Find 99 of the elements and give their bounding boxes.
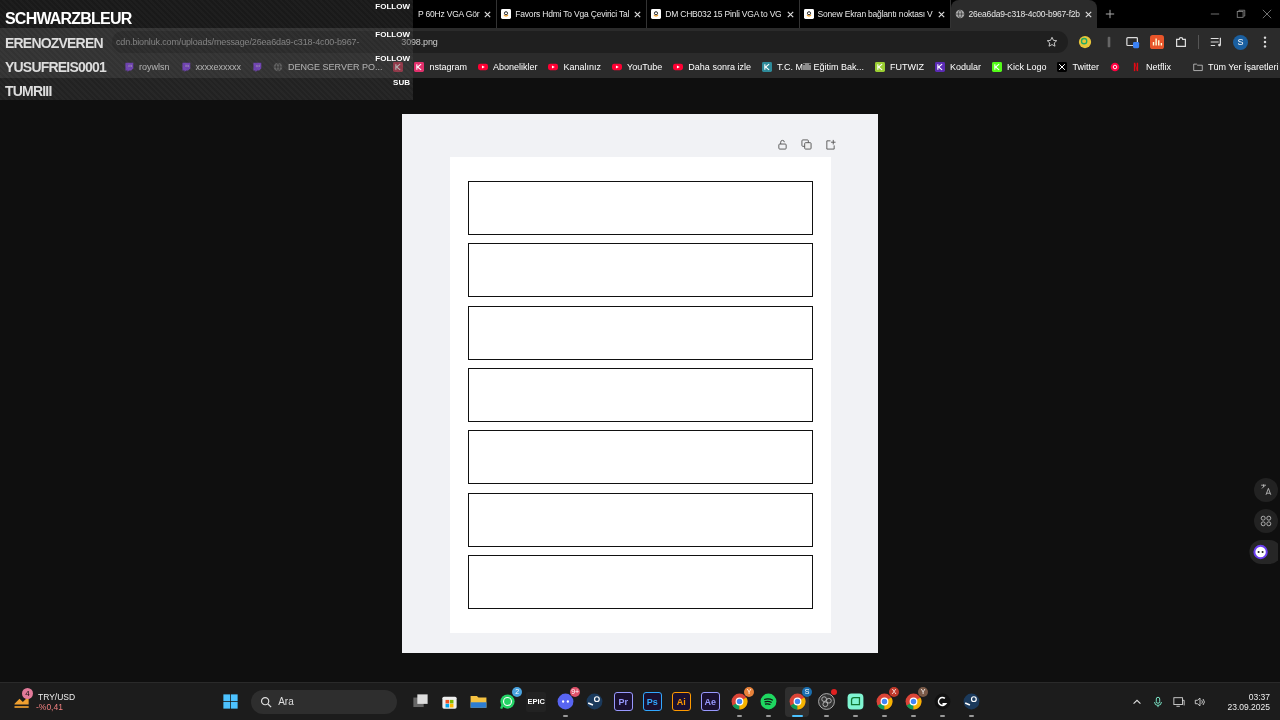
microphone-icon[interactable] xyxy=(1152,695,1165,708)
site-logo-icon xyxy=(180,62,191,72)
app-logo: Ps xyxy=(642,692,662,711)
bookmark-item[interactable]: roywlsn xyxy=(124,62,170,72)
browser-tab[interactable]: 26ea6da9-c318-4c00-b967-f2b xyxy=(950,0,1097,28)
grid-icon[interactable] xyxy=(1254,509,1278,533)
viewer-name: YUSUFREIS0001 xyxy=(5,58,106,76)
search-icon xyxy=(260,695,273,708)
bookmark-item[interactable] xyxy=(1110,62,1120,72)
search-field[interactable]: Ara xyxy=(251,689,398,714)
lock-icon[interactable] xyxy=(777,139,788,150)
taskbar-app[interactable]: Pr xyxy=(611,686,636,717)
window-extension-icon[interactable] xyxy=(1126,35,1140,49)
bookmark-item[interactable]: T.C. Milli Eğitim Bak... xyxy=(761,62,864,72)
event-label: FOLLOW xyxy=(375,53,410,63)
site-logo-icon xyxy=(393,62,404,72)
play-icon xyxy=(548,62,559,72)
bookmark-item[interactable]: DENGE SERVER PO... xyxy=(273,62,383,72)
start-icon[interactable] xyxy=(221,692,241,711)
date-text: 23.09.2025 xyxy=(1227,701,1270,712)
star-icon[interactable] xyxy=(1046,36,1058,48)
speaker-icon[interactable] xyxy=(1194,695,1207,708)
currency-widget[interactable]: 4 TRY/USD -%0,41 xyxy=(0,685,82,718)
app-icon xyxy=(961,692,981,711)
site-logo-icon xyxy=(124,62,134,72)
magnifier-extension-icon[interactable] xyxy=(1078,35,1092,49)
restore-icon[interactable] xyxy=(1236,9,1246,19)
site-logo-icon xyxy=(991,62,1002,72)
bar-chart-extension-icon[interactable] xyxy=(1150,35,1164,49)
shop-favicon-icon xyxy=(651,9,662,19)
copy-icon[interactable] xyxy=(801,139,812,150)
site-logo-icon xyxy=(252,62,263,72)
app-icon xyxy=(497,692,517,711)
bookmark-item[interactable]: Kick Logo xyxy=(991,62,1047,72)
site-logo-icon xyxy=(934,62,945,72)
new-tab-icon[interactable] xyxy=(1104,9,1115,19)
play-icon xyxy=(612,62,622,72)
bookmark-item[interactable]: YouTube xyxy=(612,62,663,72)
event-label: FOLLOW xyxy=(375,29,410,39)
app-icon xyxy=(816,692,836,711)
bookmark-item[interactable] xyxy=(393,62,404,72)
all-bookmarks-item[interactable]: Tüm Yer İşaretleri xyxy=(1193,62,1279,72)
widget-title: TRY/USD xyxy=(38,691,76,702)
taskbar-app[interactable]: Ae xyxy=(698,686,723,717)
browser-icon xyxy=(903,692,923,711)
bookmark-item[interactable]: xxxxexxxxx xyxy=(180,62,242,72)
globe-icon xyxy=(954,9,965,19)
play-icon xyxy=(477,62,488,72)
site-logo-icon xyxy=(1110,62,1120,72)
taskbar-app[interactable]: Ai xyxy=(669,686,694,717)
viewer-name: ERENOZVEREN xyxy=(5,34,103,52)
site-logo-icon xyxy=(874,62,885,72)
puzzle-icon[interactable] xyxy=(1174,35,1188,49)
app-icon xyxy=(555,692,575,711)
folder-icon xyxy=(1193,62,1203,72)
url-text: cdn.bionluk.com/uploads/message/26ea6da9-c318-4c00-b967- xyxy=(116,37,360,47)
browser-icon xyxy=(729,692,749,711)
event-label: FOLLOW xyxy=(375,1,410,11)
widget-change: -%0,41 xyxy=(36,701,64,712)
close-icon[interactable] xyxy=(1083,9,1093,19)
monitor-icon[interactable] xyxy=(1173,695,1186,708)
media-queue-icon[interactable] xyxy=(1209,35,1223,49)
x-logo-icon xyxy=(1057,62,1068,72)
bookmark-item[interactable]: Kodular xyxy=(934,62,981,72)
app-icon xyxy=(584,692,604,711)
site-logo-icon xyxy=(414,62,425,72)
browser-icon xyxy=(874,692,894,711)
site-logo-icon xyxy=(761,62,772,72)
shop-favicon-icon xyxy=(501,9,512,19)
viewer-name: SCHWARZBLEUR xyxy=(5,10,132,28)
viewer-name: TUMRIII xyxy=(5,82,52,100)
shop-favicon-icon xyxy=(803,9,814,19)
browser-icon xyxy=(787,692,807,711)
taskbar-app[interactable]: Ps xyxy=(640,686,665,717)
site-logo-icon xyxy=(1131,62,1141,72)
bookmark-item[interactable]: Kanalınız xyxy=(548,62,601,72)
translate-icon[interactable] xyxy=(1254,478,1278,502)
time-text: 03:37 xyxy=(1248,691,1270,702)
bookmark-item[interactable]: FUTWIZ xyxy=(874,62,924,72)
bookmark-item[interactable]: nstagram xyxy=(414,62,467,72)
play-icon xyxy=(673,62,684,72)
bookmark-item[interactable]: Abonelikler xyxy=(477,62,538,72)
assistant-mascot-icon[interactable] xyxy=(1248,540,1278,564)
app-icon xyxy=(845,692,865,711)
app-icon xyxy=(932,692,952,711)
bookmark-item[interactable]: Twitter xyxy=(1057,62,1099,72)
bookmark-item[interactable]: Netflix xyxy=(1131,62,1171,72)
app-logo: Ai xyxy=(671,692,691,711)
share-icon[interactable] xyxy=(825,139,836,150)
app-logo: Pr xyxy=(613,692,633,711)
profile-avatar[interactable]: S xyxy=(1233,34,1248,50)
event-label: SUB xyxy=(393,77,410,87)
url-text: 3098.png xyxy=(401,37,438,47)
notification-badge: 4 xyxy=(22,687,33,699)
globe-icon xyxy=(273,62,284,72)
app-logo: Ae xyxy=(700,692,720,711)
clock[interactable]: 03:37 23.09.2025 xyxy=(1227,691,1270,712)
bookmark-item[interactable]: Daha sonra izle xyxy=(673,62,751,72)
app-icon xyxy=(758,692,778,711)
